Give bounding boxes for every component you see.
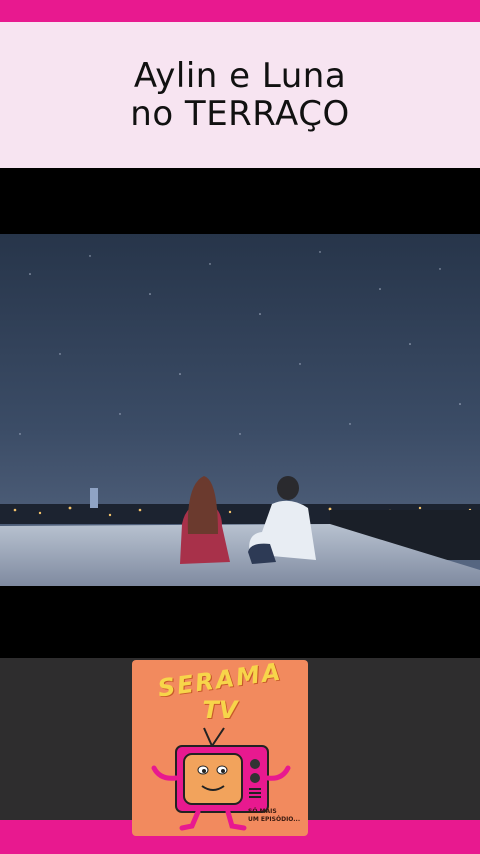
letterbox-bottom: [0, 586, 480, 658]
title-panel: Aylin e Luna no TERRAÇO: [0, 22, 480, 168]
letterbox-top: [0, 168, 480, 234]
rooftop-night-scene: [0, 234, 480, 586]
logo-tagline-line-2: UM EPISÓDIO...: [248, 816, 301, 823]
top-accent-bar: [0, 0, 480, 22]
video-frame[interactable]: [0, 234, 480, 586]
logo-tagline-line-1: SÓ MAIS: [248, 808, 277, 815]
serama-tv-logo: SERAMA TV SÓ MAIS UM EPISÓDIO...: [132, 660, 308, 836]
video-title-line-2: no TERRAÇO: [130, 94, 350, 134]
logo-tagline: SÓ MAIS UM EPISÓDIO...: [248, 808, 300, 824]
video-title-line-1: Aylin e Luna: [133, 56, 347, 96]
